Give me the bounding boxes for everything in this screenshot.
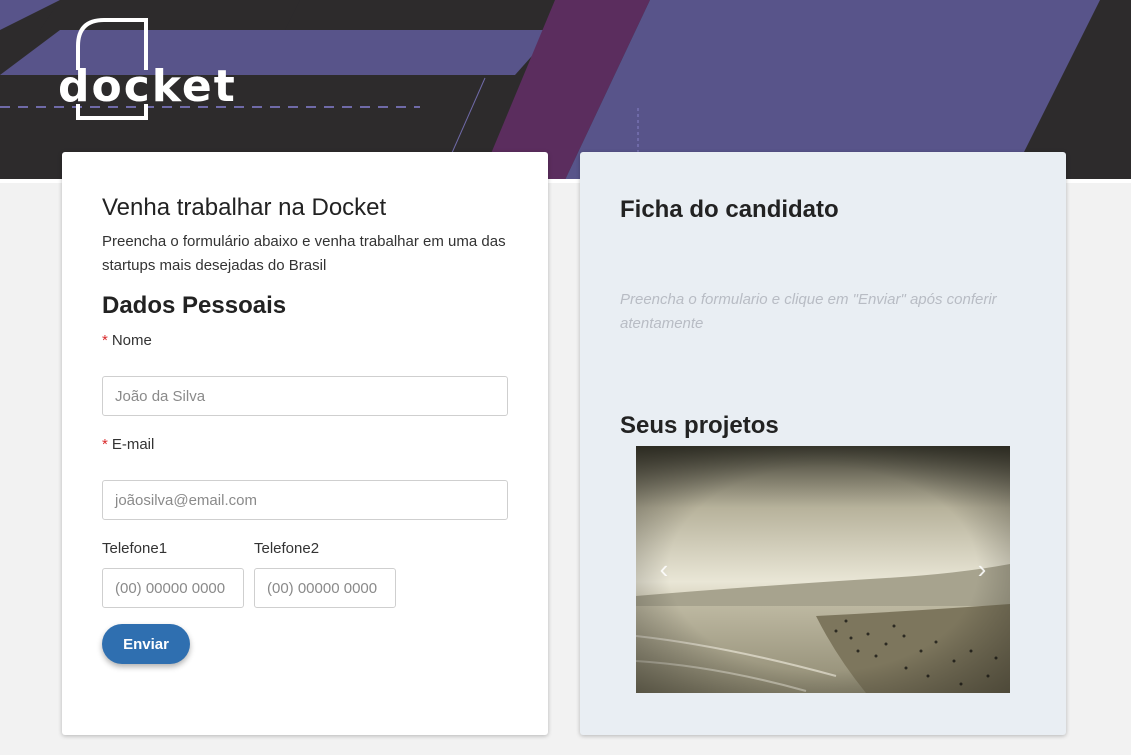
chevron-right-icon[interactable]: ›: [968, 554, 996, 584]
projects-title: Seus projetos: [620, 412, 779, 439]
summary-title: Ficha do candidato: [620, 196, 839, 223]
name-placeholder: João da Silva: [115, 387, 206, 405]
required-mark: *: [102, 332, 108, 349]
phone1-label: Telefone1: [102, 540, 168, 557]
projects-carousel[interactable]: ‹ ›: [636, 446, 1010, 693]
name-input[interactable]: João da Silva: [102, 376, 508, 416]
form-subtitle: Preencha o formulário abaixo e venha tra…: [102, 233, 506, 274]
email-label-text: E-mail: [111, 436, 155, 453]
docket-logo[interactable]: docket: [58, 18, 235, 122]
email-placeholder: joãosilva@email.com: [115, 491, 257, 509]
section-title-personal: Dados Pessoais: [102, 292, 287, 319]
email-input[interactable]: joãosilva@email.com: [102, 480, 508, 520]
application-form-card: Venha trabalhar na Docket Preencha o for…: [62, 152, 548, 735]
email-label: * E-mail: [102, 436, 154, 453]
phone1-placeholder: (00) 00000 0000: [115, 579, 226, 597]
logo-text: docket: [58, 61, 237, 112]
name-label-text: Nome: [111, 332, 152, 349]
form-title: Venha trabalhar na Docket: [102, 194, 387, 221]
required-mark: *: [102, 436, 108, 453]
phone1-input[interactable]: (00) 00000 0000: [102, 568, 244, 608]
summary-hint: Preencha o formulario e clique em "Envia…: [620, 291, 997, 332]
phone2-placeholder: (00) 00000 0000: [267, 579, 378, 597]
carousel-image: [636, 446, 1010, 693]
candidate-summary-card: Ficha do candidato Preencha o formulario…: [580, 152, 1066, 735]
name-label: * Nome: [102, 332, 152, 349]
chevron-left-icon[interactable]: ‹: [650, 554, 678, 584]
submit-button[interactable]: Enviar: [102, 624, 190, 664]
phone2-input[interactable]: (00) 00000 0000: [254, 568, 396, 608]
phone2-label: Telefone2: [254, 540, 320, 557]
